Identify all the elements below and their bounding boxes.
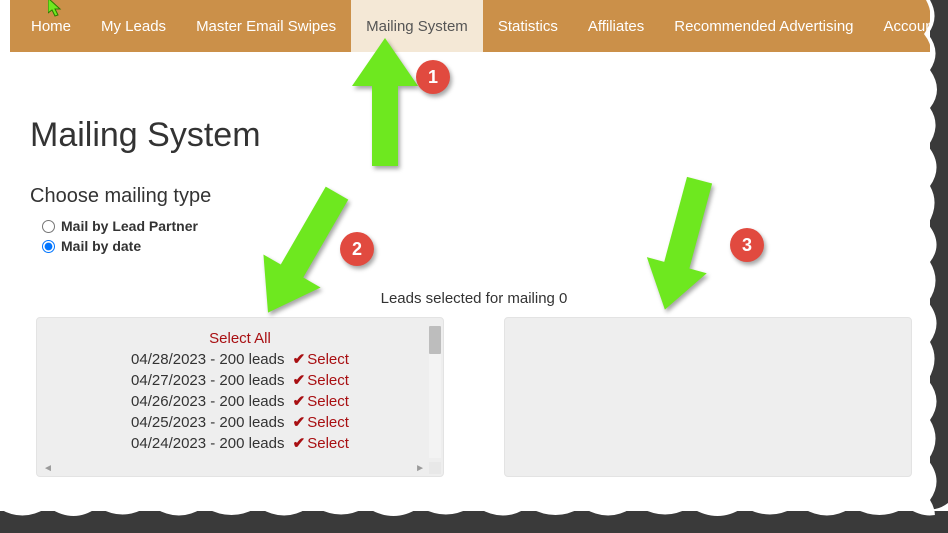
check-icon: ✔ <box>293 433 306 454</box>
selected-leads-panel <box>504 317 912 477</box>
select-link[interactable]: Select <box>307 372 349 389</box>
select-all-link[interactable]: Select All <box>209 330 271 347</box>
chevron-down-icon <box>944 24 948 29</box>
check-icon: ✔ <box>293 412 306 433</box>
torn-edge-bottom <box>0 493 948 533</box>
main-nav: Home My Leads Master Email Swipes Mailin… <box>10 0 930 52</box>
nav-my-leads[interactable]: My Leads <box>86 0 181 52</box>
annotation-badge-3: 3 <box>730 228 764 262</box>
nav-home[interactable]: Home <box>16 0 86 52</box>
select-link[interactable]: Select <box>307 414 349 431</box>
radio-mail-by-date-label[interactable]: Mail by date <box>61 238 141 254</box>
leads-selected-counter: Leads selected for mailing 0 <box>30 290 918 307</box>
scroll-corner <box>429 462 441 474</box>
annotation-badge-1: 1 <box>416 60 450 94</box>
select-link[interactable]: Select <box>307 435 349 452</box>
nav-statistics[interactable]: Statistics <box>483 0 573 52</box>
available-leads-panel: Select All 04/28/2023 - 200 leads ✔Selec… <box>36 317 444 477</box>
annotation-badge-2: 2 <box>340 232 374 266</box>
nav-affiliates[interactable]: Affiliates <box>573 0 659 52</box>
lead-row: 04/26/2023 - 200 leads ✔Select <box>57 391 423 412</box>
radio-mail-by-partner-label[interactable]: Mail by Lead Partner <box>61 218 198 234</box>
radio-mail-by-partner[interactable] <box>42 220 55 233</box>
vertical-scrollbar[interactable] <box>429 326 441 458</box>
nav-master-email-swipes[interactable]: Master Email Swipes <box>181 0 351 52</box>
lead-row: 04/27/2023 - 200 leads ✔Select <box>57 370 423 391</box>
select-link[interactable]: Select <box>307 351 349 368</box>
check-icon: ✔ <box>293 349 306 370</box>
horizontal-scrollbar[interactable]: ◄► <box>41 462 427 474</box>
lead-row: 04/24/2023 - 200 leads ✔Select <box>57 433 423 454</box>
radio-mail-by-date[interactable] <box>42 240 55 253</box>
check-icon: ✔ <box>293 370 306 391</box>
lead-row: 04/25/2023 - 200 leads ✔Select <box>57 412 423 433</box>
nav-account[interactable]: Account <box>869 0 948 52</box>
nav-recommended-advertising[interactable]: Recommended Advertising <box>659 0 868 52</box>
page-title: Mailing System <box>30 116 918 155</box>
select-link[interactable]: Select <box>307 393 349 410</box>
choose-mailing-type-label: Choose mailing type <box>30 185 918 208</box>
lead-row: 04/28/2023 - 200 leads ✔Select <box>57 349 423 370</box>
check-icon: ✔ <box>293 391 306 412</box>
nav-mailing-system[interactable]: Mailing System <box>351 0 483 52</box>
